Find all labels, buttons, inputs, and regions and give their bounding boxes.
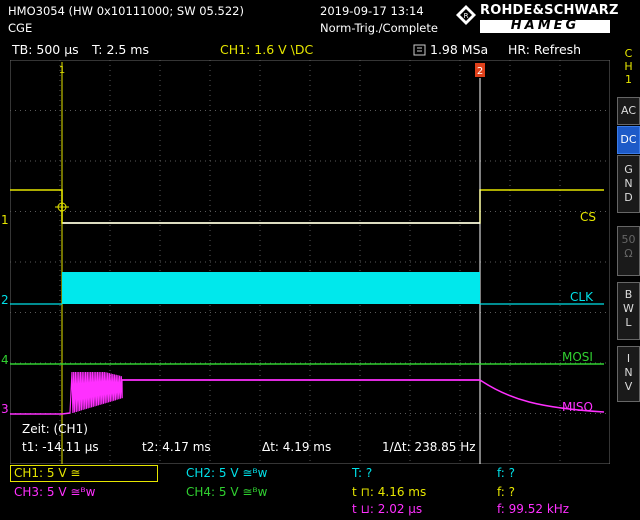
side-channel-title: CH1 [617,39,640,96]
mosi-label: MOSI [562,350,593,364]
miso-label: MISO [562,400,593,414]
memory-icon [413,44,426,56]
svg-text:2: 2 [477,66,483,77]
side-dc-button[interactable]: DC [617,126,640,154]
meas-freq-value: f: 99.52 kHz [497,502,570,516]
datetime: 2019-09-17 13:14 [320,4,424,18]
side-ac-button[interactable]: AC [617,97,640,125]
side-bwl-button[interactable]: BWL [617,282,640,340]
ch2-marker[interactable]: 2 [1,293,9,307]
rs-diamond-icon: R [456,5,476,25]
timebase[interactable]: TB: 500 µs [12,42,79,57]
status-bar: TB: 500 µs T: 2.5 ms CH1: 1.6 V \DC 1.98… [0,39,610,59]
svg-text:1: 1 [59,65,65,76]
meas-t2: t2: 4.17 ms [142,440,211,454]
meas-t1: t1: -14.11 µs [22,440,99,454]
ch1-marker[interactable]: 1 [1,213,9,227]
ch4-marker[interactable]: 4 [1,353,9,367]
ch4-scale[interactable]: CH4: 5 V ≅ᴮᴡ [186,485,267,499]
brand-name: ROHDE&SCHWARZ [480,3,619,18]
svg-text:R: R [464,12,469,20]
side-gnd-button[interactable]: GND [617,155,640,213]
meas-pos-width: t ⊓: 4.16 ms [352,485,427,499]
ch3-marker[interactable]: 3 [1,402,9,416]
cursor-2-marker-icon[interactable]: 2 [475,63,485,77]
meas-inv-dt: 1/Δt: 238.85 Hz [382,440,476,454]
meas-neg-width: t ⊔: 2.02 µs [352,502,423,516]
trigger-source[interactable]: CH1: 1.6 V \DC [220,42,313,57]
ch1-scale[interactable]: CH1: 5 V ≅ [10,465,158,482]
meas-dt: Δt: 4.19 ms [262,440,332,454]
meas-zeit: Zeit: (CH1) [22,422,88,436]
hr-mode[interactable]: HR: Refresh [508,42,581,57]
brand-logo: R ROHDE&SCHWARZ HAMEG [452,3,640,37]
cs-label: CS [580,210,596,224]
ch2-scale[interactable]: CH2: 5 V ≅ᴮᴡ [186,466,267,480]
trigger-time[interactable]: T: 2.5 ms [92,42,149,57]
side-50ohm-button[interactable]: 50 Ω [617,226,640,276]
meas-freq-1: f: ? [497,466,516,480]
trigger-status: Norm-Trig./Complete [320,21,438,35]
side-inv-button[interactable]: INV [617,346,640,402]
ch3-scale[interactable]: CH3: 5 V ≅ᴮᴡ [14,485,95,499]
setup-label: CGE [8,21,33,35]
meas-period: T: ? [352,466,373,480]
sample-rate: 1.98 MSa [430,42,489,57]
meas-freq-2: f: ? [497,485,516,499]
brand-sub: HAMEG [510,18,580,33]
clk-label: CLK [570,290,594,304]
device-info: HMO3054 (HW 0x10111000; SW 05.522) [8,4,244,18]
waveform-display[interactable]: CS CLK MOSI MISO 1 2 [10,60,610,464]
